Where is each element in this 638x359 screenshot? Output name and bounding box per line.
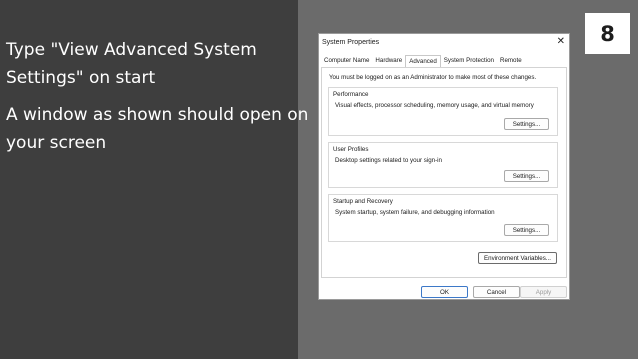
user-profiles-group: User Profiles Desktop settings related t… [328,142,558,188]
performance-group: Performance Visual effects, processor sc… [328,87,558,136]
environment-variables-button[interactable]: Environment Variables... [478,252,557,264]
startup-recovery-settings-button[interactable]: Settings... [504,224,549,236]
instruction-line: Type "View Advanced System [6,40,257,60]
tab-hardware[interactable]: Hardware [372,55,405,67]
tab-strip: Computer Name Hardware Advanced System P… [321,55,525,67]
user-profiles-title: User Profiles [333,146,369,153]
step-number-badge: 8 [585,13,630,54]
performance-title: Performance [333,91,369,98]
instruction-line: A window as shown should open on [6,105,309,125]
cancel-button[interactable]: Cancel [473,286,520,298]
instruction-line: Settings" on start [6,68,156,88]
instruction-text-1: Type "View Advanced System Settings" on … [6,36,257,92]
startup-recovery-description: System startup, system failure, and debu… [335,209,495,216]
instruction-text-2: A window as shown should open on your sc… [6,101,308,157]
tab-system-protection[interactable]: System Protection [441,55,497,67]
dialog-title: System Properties [322,39,380,46]
startup-recovery-title: Startup and Recovery [333,198,393,205]
apply-button[interactable]: Apply [520,286,567,298]
system-properties-dialog: System Properties ✕ Computer Name Hardwa… [318,33,570,300]
performance-description: Visual effects, processor scheduling, me… [335,102,534,109]
tab-remote[interactable]: Remote [497,55,525,67]
instruction-line: your screen [6,133,107,153]
close-icon[interactable]: ✕ [557,36,565,47]
tab-computer-name[interactable]: Computer Name [321,55,372,67]
ok-button[interactable]: OK [421,286,468,298]
startup-recovery-group: Startup and Recovery System startup, sys… [328,194,558,242]
dialog-titlebar: System Properties ✕ [319,34,569,52]
tab-advanced[interactable]: Advanced [405,55,441,67]
admin-note: You must be logged on as an Administrato… [329,74,537,81]
user-profiles-settings-button[interactable]: Settings... [504,170,549,182]
user-profiles-description: Desktop settings related to your sign-in [335,157,442,164]
performance-settings-button[interactable]: Settings... [504,118,549,130]
